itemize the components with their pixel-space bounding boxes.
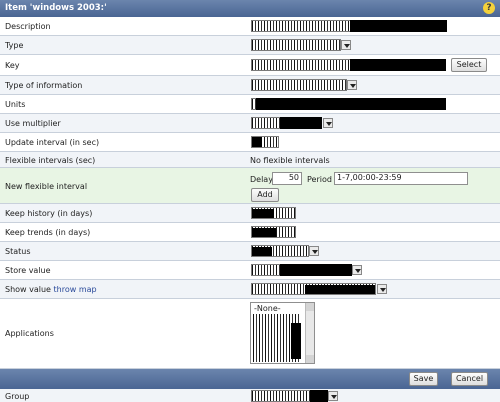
chevron-down-icon[interactable] [347, 80, 357, 90]
description-input[interactable] [251, 20, 351, 32]
label-store-value: Store value [5, 266, 51, 275]
label-status: Status [5, 247, 31, 256]
row-flexible-intervals: Flexible intervals (sec) No flexible int… [0, 152, 500, 168]
throw-map-link[interactable]: throw map [54, 285, 97, 294]
save-button[interactable]: Save [409, 372, 438, 386]
row-keep-trends: Keep trends (in days) [0, 223, 500, 242]
type-of-information-select[interactable] [251, 79, 347, 91]
key-input[interactable] [251, 59, 351, 71]
row-use-multiplier: Use multiplier [0, 114, 500, 133]
add-interval-button[interactable]: Add [251, 188, 279, 202]
label-keep-history: Keep history (in days) [5, 209, 93, 218]
multiplier-redacted [280, 117, 322, 129]
label-new-flexible-interval: New flexible interval [5, 182, 88, 191]
scroll-up-icon[interactable] [306, 303, 314, 311]
applications-listbox[interactable]: -None- [250, 302, 315, 364]
group-redacted [310, 390, 328, 402]
label-flexible-intervals: Flexible intervals (sec) [5, 156, 96, 165]
label-keep-trends: Keep trends (in days) [5, 228, 91, 237]
applications-option-none[interactable]: -None- [254, 304, 281, 313]
row-keep-history: Keep history (in days) [0, 204, 500, 223]
help-icon[interactable]: ? [483, 2, 495, 14]
row-applications: Applications -None- [0, 299, 500, 369]
label-type: Type [5, 41, 24, 50]
scroll-down-icon[interactable] [306, 355, 314, 363]
applications-redacted [291, 323, 301, 359]
type-select[interactable] [251, 39, 341, 51]
description-input-redacted [350, 20, 447, 32]
row-status: Status [0, 242, 500, 261]
label-group: Group [5, 392, 30, 401]
delay-label: Delay [250, 175, 273, 184]
update-interval-redacted [252, 137, 262, 147]
label-show-value: Show value throw map [5, 285, 97, 294]
store-value-redacted [280, 264, 352, 276]
units-input-redacted [256, 98, 446, 110]
select-key-button[interactable]: Select [451, 58, 487, 72]
row-update-interval: Update interval (in sec) [0, 133, 500, 152]
form-title: Item 'windows 2003:' [5, 3, 107, 13]
chevron-down-icon[interactable] [323, 118, 333, 128]
chevron-down-icon[interactable] [352, 265, 362, 275]
row-new-flexible-interval: New flexible interval Delay 50 Period 1-… [0, 168, 500, 204]
chevron-down-icon[interactable] [377, 284, 387, 294]
label-description: Description [5, 22, 51, 31]
show-value-redacted [305, 285, 375, 294]
chevron-down-icon[interactable] [341, 40, 351, 50]
keep-history-redacted [252, 209, 274, 218]
group-select[interactable] [251, 390, 311, 402]
label-type-of-information: Type of information [5, 81, 83, 90]
row-show-value: Show value throw map [0, 280, 500, 299]
item-form-header: Item 'windows 2003:' ? [0, 0, 500, 17]
form-footer: Save Cancel [0, 369, 500, 389]
delay-input[interactable]: 50 [272, 172, 302, 185]
row-key: Key Select [0, 55, 500, 76]
row-type: Type [0, 36, 500, 55]
row-description: Description [0, 17, 500, 36]
label-update-interval: Update interval (in sec) [5, 138, 100, 147]
label-units: Units [5, 100, 26, 109]
label-applications: Applications [5, 329, 54, 338]
keep-trends-redacted [252, 228, 276, 237]
label-use-multiplier: Use multiplier [5, 119, 61, 128]
chevron-down-icon[interactable] [328, 391, 338, 401]
row-type-of-information: Type of information [0, 76, 500, 95]
period-input[interactable]: 1-7,00:00-23:59 [334, 172, 468, 185]
no-flexible-intervals-text: No flexible intervals [250, 156, 330, 165]
store-value-select[interactable] [251, 264, 281, 276]
row-units: Units [0, 95, 500, 114]
show-value-text: Show value [5, 285, 51, 294]
period-label: Period [307, 175, 332, 184]
chevron-down-icon[interactable] [309, 246, 319, 256]
key-input-redacted [350, 59, 446, 71]
label-key: Key [5, 61, 20, 70]
row-store-value: Store value [0, 261, 500, 280]
cancel-button[interactable]: Cancel [451, 372, 488, 386]
status-redacted [252, 247, 272, 256]
multiplier-checkbox[interactable] [251, 117, 281, 129]
applications-scrollbar[interactable] [305, 303, 314, 363]
row-group: Group [0, 389, 500, 402]
